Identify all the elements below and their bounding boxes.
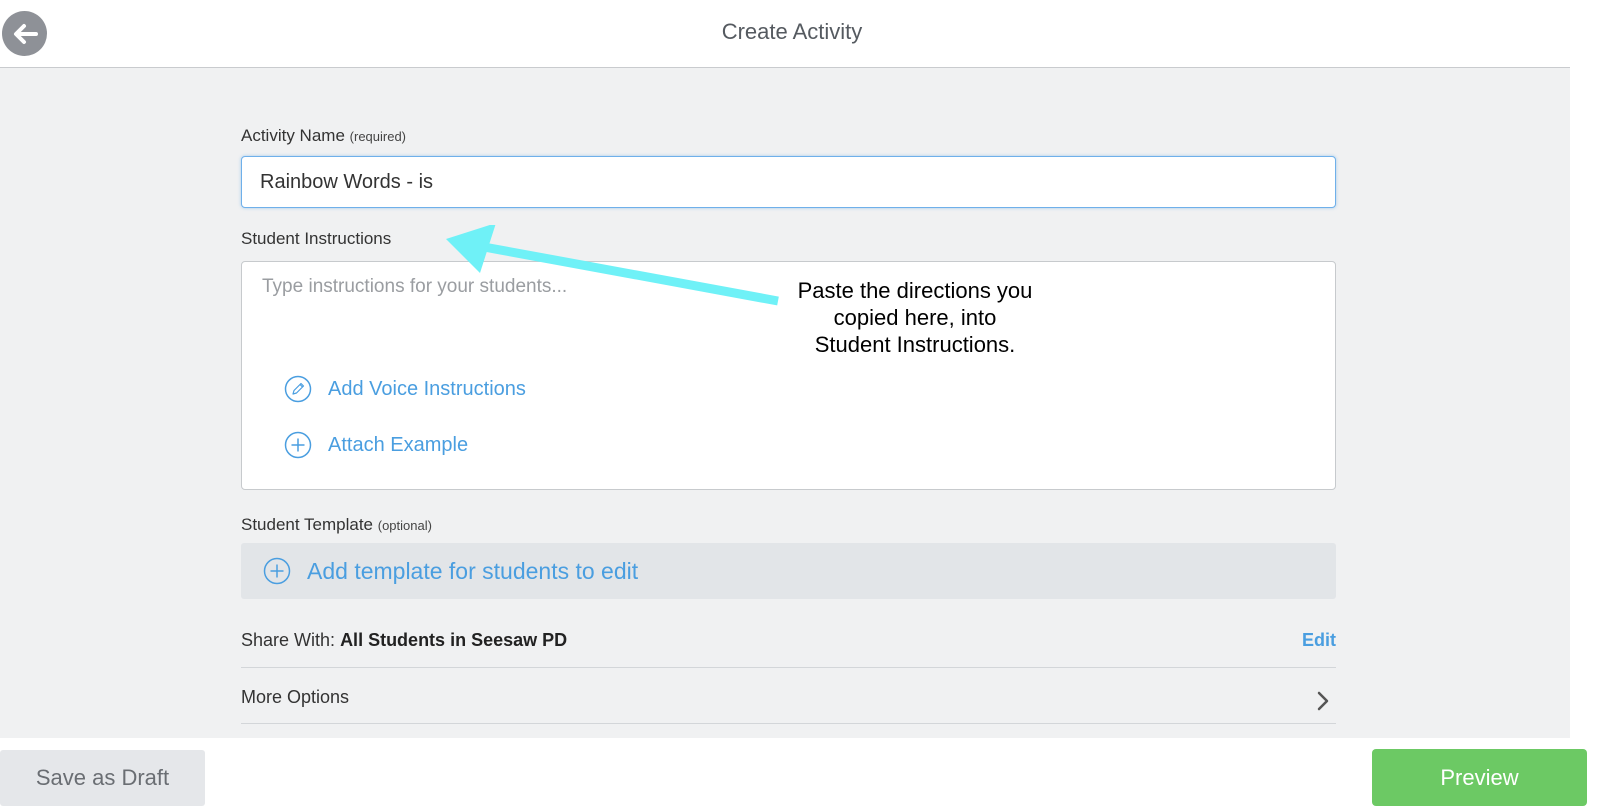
page-title: Create Activity: [721, 19, 863, 44]
right-gutter: [1570, 0, 1600, 812]
add-voice-instructions-label: Add Voice Instructions: [328, 377, 526, 400]
share-edit-link[interactable]: Edit: [1302, 630, 1336, 651]
more-options-row[interactable]: More Options: [241, 669, 1336, 724]
activity-name-input[interactable]: [241, 156, 1336, 208]
annotation-text: Paste the directions you copied here, in…: [760, 277, 1070, 358]
share-with-value: All Students in Seesaw PD: [340, 630, 568, 650]
share-with-label-text: Share With:: [241, 630, 336, 650]
annotation-arrow: [446, 225, 779, 306]
required-hint: (required): [349, 129, 407, 144]
more-options-label: More Options: [241, 687, 350, 707]
student-template-label: Student Template (optional): [241, 515, 432, 535]
share-with-label: Share With: All Students in Seesaw PD: [241, 630, 567, 651]
annotation-line: copied here, into: [833, 305, 997, 330]
annotation-line: Student Instructions.: [814, 332, 1016, 357]
activity-name-label: Activity Name (required): [241, 126, 406, 146]
student-instructions-label: Student Instructions: [241, 229, 392, 248]
plus-circle-icon: [263, 557, 291, 585]
header-bar: Create Activity: [0, 0, 1570, 68]
attach-example-button[interactable]: Attach Example: [284, 431, 468, 459]
optional-hint: (optional): [377, 518, 432, 533]
activity-name-label-text: Activity Name: [241, 126, 345, 145]
add-voice-instructions-button[interactable]: Add Voice Instructions: [284, 375, 526, 403]
student-template-label-text: Student Template: [241, 515, 373, 534]
save-as-draft-button[interactable]: Save as Draft: [0, 750, 205, 806]
attach-example-label: Attach Example: [328, 433, 469, 456]
annotation-line: Paste the directions you: [797, 278, 1033, 303]
app-window: Create Activity Activity Name (required)…: [0, 0, 1600, 812]
share-with-row: Share With: All Students in Seesaw PD Ed…: [241, 618, 1336, 668]
add-template-button[interactable]: Add template for students to edit: [241, 543, 1336, 599]
plus-circle-icon: [284, 431, 312, 459]
chevron-right-icon: [1317, 691, 1329, 711]
add-template-label: Add template for students to edit: [307, 557, 639, 584]
preview-button[interactable]: Preview: [1372, 749, 1587, 806]
pencil-circle-icon: [284, 375, 312, 403]
footer-bar: Save as Draft Preview: [0, 738, 1600, 812]
